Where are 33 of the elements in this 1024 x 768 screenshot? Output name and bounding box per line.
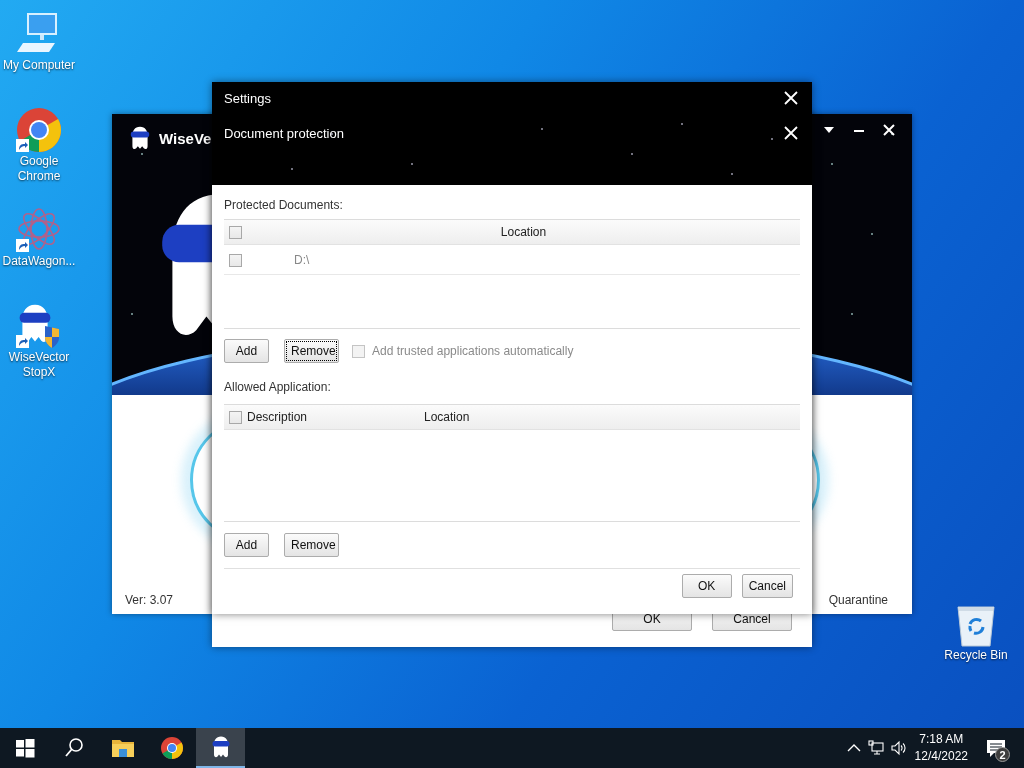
window-title: WiseVe — [159, 129, 212, 147]
list-button[interactable]: Remove — [284, 339, 339, 363]
volume-icon[interactable] — [889, 740, 906, 756]
column-header: Location — [424, 410, 470, 424]
taskbar-button[interactable] — [196, 728, 245, 768]
chrome-icon[interactable] — [15, 106, 63, 154]
clock-date[interactable]: 12/4/2022 — [914, 748, 968, 765]
column-header: Location — [499, 225, 548, 239]
checkbox[interactable] — [229, 225, 242, 239]
dialog-button[interactable]: OK — [681, 574, 732, 598]
list-button[interactable]: Add — [224, 339, 269, 363]
robot-logo-icon — [129, 125, 151, 151]
section-label: Allowed Application: — [224, 379, 332, 395]
dialog-title: Document protection — [224, 126, 344, 141]
close-icon[interactable] — [784, 126, 798, 140]
list-button[interactable]: Add — [224, 533, 269, 557]
close-icon[interactable] — [784, 91, 798, 105]
window-title: Settings — [224, 90, 271, 106]
checkbox[interactable] — [229, 410, 242, 424]
quarantine-link[interactable]: Quarantine — [828, 593, 888, 607]
flower-pattern-icon[interactable] — [15, 205, 63, 253]
checkbox[interactable] — [229, 253, 242, 267]
list-button[interactable]: Remove — [284, 533, 339, 557]
section-label: Protected Documents: — [224, 197, 344, 213]
icon-label[interactable]: Recycle Bin — [937, 648, 1015, 663]
version-label: Ver: 3.07 — [125, 593, 174, 607]
network-icon[interactable] — [867, 740, 884, 756]
clock-time[interactable]: 7:18 AM — [919, 731, 964, 748]
notification-badge: 2 — [995, 747, 1010, 762]
dialog-button[interactable]: Cancel — [741, 574, 793, 598]
column-header: Description — [247, 410, 309, 424]
table-cell-text: D:\ — [293, 253, 310, 267]
chrome-icon — [159, 736, 184, 760]
